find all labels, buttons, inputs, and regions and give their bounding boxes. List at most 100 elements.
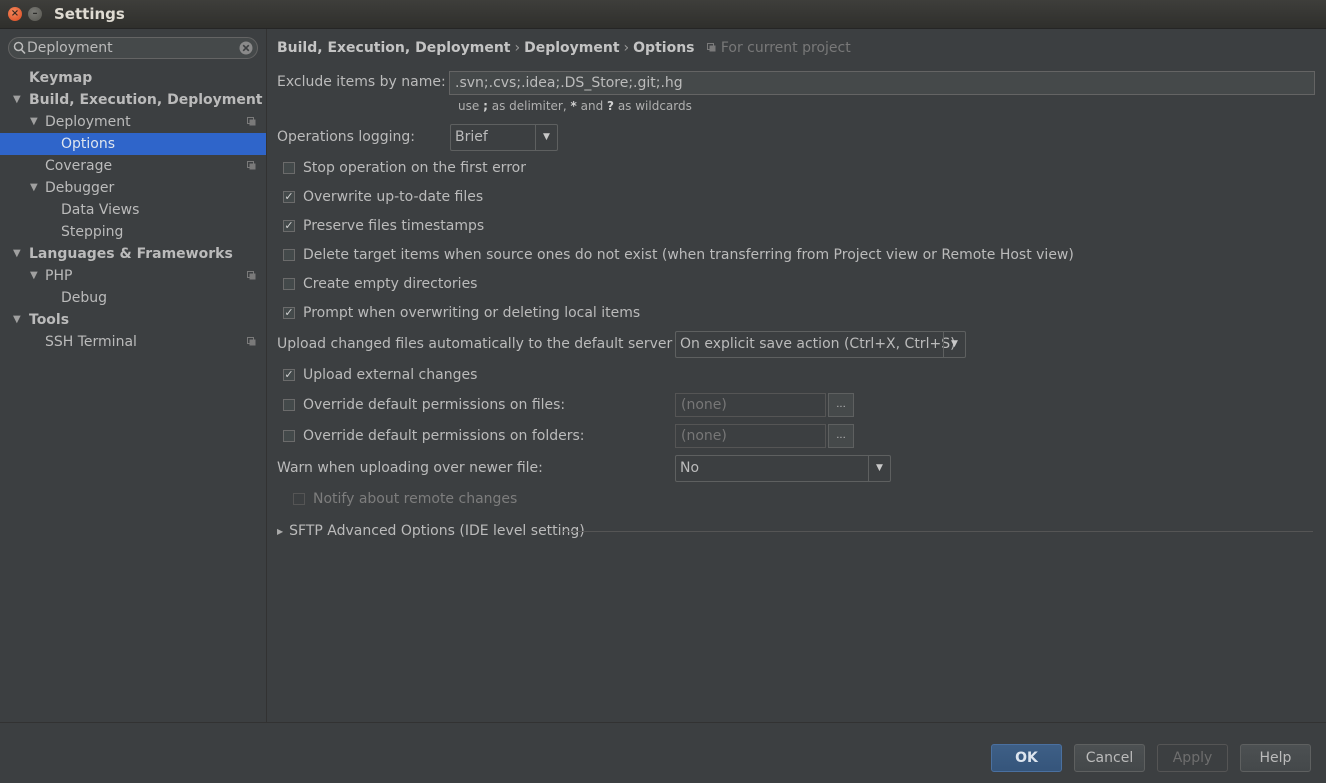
- expanded-arrow-icon[interactable]: ▼: [13, 243, 21, 265]
- dialog-footer: OK Cancel Apply Help: [0, 722, 1326, 783]
- tree-item-label: PHP: [45, 268, 73, 284]
- separator-line: [563, 531, 1313, 532]
- project-scope-icon: [247, 271, 256, 280]
- permissions-files-browse-button[interactable]: ...: [828, 393, 854, 417]
- tree-item-stepping[interactable]: Stepping: [0, 221, 266, 243]
- breadcrumb-separator: ›: [514, 40, 521, 56]
- project-scope-icon: [247, 161, 256, 170]
- tree-item-options[interactable]: Options: [0, 133, 266, 155]
- expanded-arrow-icon[interactable]: ▼: [13, 309, 21, 331]
- checkbox-label: Delete target items when source ones do …: [303, 247, 1074, 263]
- exclude-items-label: Exclude items by name:: [277, 74, 446, 90]
- exclude-items-field[interactable]: .svn;.cvs;.idea;.DS_Store;.git;.hg: [449, 71, 1315, 95]
- upload-auto-select[interactable]: On explicit save action (Ctrl+X, Ctrl+S)…: [675, 331, 966, 358]
- tree-item-label: Debugger: [45, 180, 115, 196]
- check-icon[interactable]: ✓: [283, 191, 295, 203]
- checkbox-label: Override default permissions on files:: [303, 397, 566, 413]
- operations-logging-select[interactable]: Brief ▼: [450, 124, 558, 151]
- checkbox-box[interactable]: [283, 278, 295, 290]
- upload-auto-label: Upload changed files automatically to th…: [277, 336, 673, 352]
- warn-newer-select[interactable]: No ▼: [675, 455, 891, 482]
- select-value: No: [680, 460, 700, 476]
- hint-text: use: [458, 99, 480, 113]
- tree-item-languages-frameworks[interactable]: ▼ Languages & Frameworks: [0, 243, 266, 265]
- options-panel: Build, Execution, Deployment › Deployment ›…: [267, 29, 1326, 722]
- tree-item-tools[interactable]: ▼ Tools: [0, 309, 266, 331]
- breadcrumb-part: Options: [633, 40, 695, 56]
- check-icon[interactable]: ✓: [283, 307, 295, 319]
- expanded-arrow-icon[interactable]: ▼: [30, 177, 38, 199]
- window-title: Settings: [54, 5, 125, 23]
- checkbox-label: Overwrite up-to-date files: [303, 189, 484, 205]
- breadcrumb-part: Deployment: [524, 40, 620, 56]
- tree-item-label: Keymap: [29, 70, 93, 86]
- hint-text: as wildcards: [617, 99, 692, 113]
- project-scope-icon: [707, 43, 716, 52]
- checkbox-label: Stop operation on the first error: [303, 160, 526, 176]
- check-icon[interactable]: ✓: [283, 369, 295, 381]
- hint-delimiter: ;: [483, 99, 488, 113]
- select-value: Brief: [455, 129, 488, 145]
- expanded-arrow-icon[interactable]: ▼: [30, 111, 38, 133]
- checkbox-box[interactable]: [283, 399, 295, 411]
- tree-item-php[interactable]: ▼ PHP: [0, 265, 266, 287]
- sftp-advanced-toggle[interactable]: ▶ SFTP Advanced Options (IDE level settin…: [277, 523, 1313, 539]
- dropdown-arrow-icon[interactable]: ▼: [868, 456, 890, 481]
- checkbox-box[interactable]: [293, 493, 305, 505]
- tree-item-data-views[interactable]: Data Views: [0, 199, 266, 221]
- tree-item-build-execution-deployment[interactable]: ▼ Build, Execution, Deployment: [0, 89, 266, 111]
- breadcrumb-separator: ›: [623, 40, 630, 56]
- clear-search-icon[interactable]: [239, 41, 253, 55]
- operations-logging-label: Operations logging:: [277, 129, 416, 145]
- permissions-folders-field[interactable]: (none): [675, 424, 826, 448]
- checkbox-box[interactable]: [283, 249, 295, 261]
- tree-item-label: Stepping: [61, 224, 124, 240]
- search-input[interactable]: [27, 39, 237, 57]
- tree-item-label: Build, Execution, Deployment: [29, 92, 263, 108]
- apply-button[interactable]: Apply: [1157, 744, 1228, 772]
- help-button[interactable]: Help: [1240, 744, 1311, 772]
- breadcrumb: Build, Execution, Deployment › Deployment ›…: [277, 40, 851, 56]
- tree-item-label: Languages & Frameworks: [29, 246, 233, 262]
- hint-text: and: [580, 99, 604, 113]
- expanded-arrow-icon[interactable]: ▼: [13, 89, 21, 111]
- hint-text: as delimiter,: [491, 99, 567, 113]
- project-scope-icon: [247, 337, 256, 346]
- dropdown-arrow-icon[interactable]: ▼: [535, 125, 557, 150]
- tree-item-label: Debug: [61, 290, 108, 306]
- check-icon[interactable]: ✓: [283, 220, 295, 232]
- tree-item-ssh-terminal[interactable]: SSH Terminal: [0, 331, 266, 353]
- tree-item-label: Tools: [29, 312, 70, 328]
- close-icon: ×: [10, 8, 20, 19]
- breadcrumb-part: Build, Execution, Deployment: [277, 40, 511, 56]
- tree-item-deployment[interactable]: ▼ Deployment: [0, 111, 266, 133]
- exclude-hint: use ; as delimiter, * and ? as wildcards: [458, 99, 692, 113]
- tree-item-label: Options: [61, 136, 116, 152]
- collapsed-arrow-icon[interactable]: ▶: [277, 527, 283, 536]
- search-icon: [13, 41, 26, 55]
- window-minimize-button[interactable]: –: [28, 7, 42, 21]
- sftp-advanced-label: SFTP Advanced Options (IDE level setting…: [289, 523, 585, 539]
- ok-button[interactable]: OK: [991, 744, 1062, 772]
- checkbox-box[interactable]: [283, 430, 295, 442]
- checkbox-label: Notify about remote changes: [313, 491, 518, 507]
- checkbox-label: Prompt when overwriting or deleting loca…: [303, 305, 641, 321]
- cancel-button[interactable]: Cancel: [1074, 744, 1145, 772]
- project-scope-icon: [247, 117, 256, 126]
- checkbox-label: Upload external changes: [303, 367, 478, 383]
- tree-item-debugger[interactable]: ▼ Debugger: [0, 177, 266, 199]
- tree-item-debug[interactable]: Debug: [0, 287, 266, 309]
- checkbox-label: Preserve files timestamps: [303, 218, 485, 234]
- tree-item-coverage[interactable]: Coverage: [0, 155, 266, 177]
- tree-item-keymap[interactable]: Keymap: [0, 67, 266, 89]
- expanded-arrow-icon[interactable]: ▼: [30, 265, 38, 287]
- search-box[interactable]: [8, 37, 258, 59]
- permissions-files-field[interactable]: (none): [675, 393, 826, 417]
- dropdown-arrow-icon[interactable]: ▼: [943, 332, 965, 357]
- settings-sidebar: Keymap ▼ Build, Execution, Deployment ▼ …: [0, 29, 267, 722]
- hint-wildcard-star: *: [570, 99, 577, 113]
- title-bar: × – Settings: [0, 0, 1326, 29]
- permissions-folders-browse-button[interactable]: ...: [828, 424, 854, 448]
- checkbox-box[interactable]: [283, 162, 295, 174]
- window-close-button[interactable]: ×: [8, 7, 22, 21]
